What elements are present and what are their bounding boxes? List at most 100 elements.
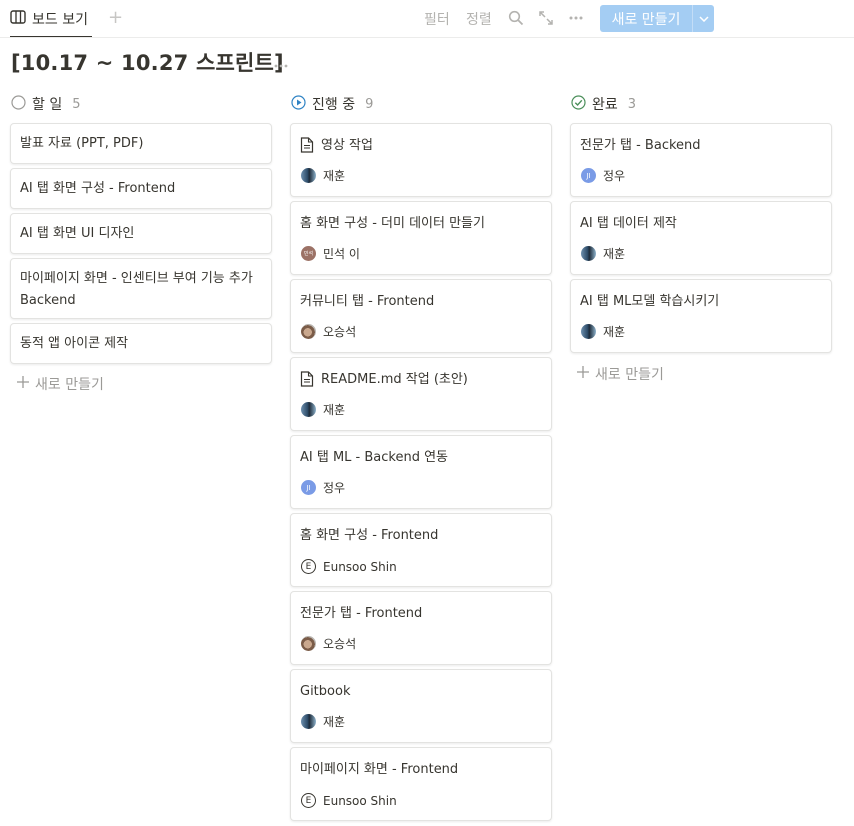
more-options-icon[interactable] xyxy=(568,10,584,26)
column-header[interactable]: 진행 중 9 xyxy=(290,93,552,115)
person-name: 민석 이 xyxy=(323,247,360,261)
page-title[interactable]: [10.17 ~ 10.27 스프린트] xyxy=(11,47,284,77)
card-person: 재훈 xyxy=(301,401,345,418)
column-header[interactable]: 완료 3 xyxy=(570,93,832,115)
card-title: Gitbook xyxy=(300,684,351,699)
chevron-down-icon[interactable] xyxy=(693,15,714,22)
board-card[interactable]: AI 탭 데이터 제작 재훈 xyxy=(570,201,832,275)
card-person: E Eunsoo Shin xyxy=(301,559,397,574)
todo-status-icon xyxy=(11,94,26,114)
board-card[interactable]: 전문가 탭 - Backend JI 정우 xyxy=(570,123,832,197)
card-person: 재훈 xyxy=(301,713,345,730)
plus-icon xyxy=(17,376,29,392)
person-name: 정우 xyxy=(603,169,626,183)
person-name: 오승석 xyxy=(323,325,357,339)
board-card[interactable]: 동적 앱 아이콘 제작 xyxy=(10,323,272,364)
card-title: 영상 작업 xyxy=(321,138,373,153)
card-title: AI 탭 ML - Backend 연동 xyxy=(300,450,449,465)
board-column-todo: 할 일 5 발표 자료 (PPT, PDF) AI 탭 화면 구성 - Fron… xyxy=(10,93,272,393)
top-toolbar: 보드 보기 + 필터 정렬 새로 만들기 xyxy=(0,0,854,38)
column-name: 완료 xyxy=(592,97,618,113)
toolbar-divider xyxy=(0,37,854,38)
card-person: JI 정우 xyxy=(301,479,345,496)
avatar: JI xyxy=(301,480,316,495)
board-card[interactable]: 커뮤니티 탭 - Frontend 오승석 xyxy=(290,279,552,353)
person-name: 재훈 xyxy=(323,169,346,183)
view-tab-label: 보드 보기 xyxy=(32,11,88,28)
avatar xyxy=(301,714,316,729)
card-person: E Eunsoo Shin xyxy=(301,793,397,808)
column-name: 진행 중 xyxy=(312,97,356,113)
board-column-in-progress: 진행 중 9 영상 작업 재훈 홈 화면 구성 - 더미 데이터 만들기 민석 … xyxy=(290,93,552,821)
column-count: 3 xyxy=(627,96,637,112)
board-card[interactable]: README.md 작업 (초안) 재훈 xyxy=(290,357,552,431)
done-status-icon xyxy=(571,94,586,114)
person-name: 재훈 xyxy=(603,247,626,261)
avatar: E xyxy=(301,793,316,808)
new-card-button[interactable]: 새로 만들기 xyxy=(17,374,104,394)
board-card[interactable]: 발표 자료 (PPT, PDF) xyxy=(10,123,272,164)
card-title: 마이페이지 화면 - 인센티브 부여 기능 추가 Backend xyxy=(20,271,253,308)
card-title: AI 탭 화면 UI 디자인 xyxy=(20,226,135,241)
filter-button[interactable]: 필터 xyxy=(424,9,450,29)
board-card[interactable]: 마이페이지 화면 - Frontend E Eunsoo Shin xyxy=(290,747,552,821)
avatar xyxy=(581,246,596,261)
card-title: 커뮤니티 탭 - Frontend xyxy=(300,294,435,309)
card-person: 오승석 xyxy=(301,635,356,652)
card-title: AI 탭 ML모델 학습시키기 xyxy=(580,294,720,309)
board-view-tab[interactable]: 보드 보기 xyxy=(10,0,92,38)
card-title: 홈 화면 구성 - 더미 데이터 만들기 xyxy=(300,216,485,231)
add-view-icon[interactable]: + xyxy=(108,8,123,28)
board-card[interactable]: 전문가 탭 - Frontend 오승석 xyxy=(290,591,552,665)
person-name: Eunsoo Shin xyxy=(323,793,397,808)
search-icon[interactable] xyxy=(508,10,524,26)
column-count: 9 xyxy=(365,96,374,112)
title-more-icon[interactable] xyxy=(273,54,289,73)
person-name: 재훈 xyxy=(323,715,346,729)
avatar xyxy=(301,402,316,417)
new-button-label: 새로 만들기 xyxy=(611,11,681,28)
card-person: 재훈 xyxy=(581,323,625,340)
avatar xyxy=(301,168,316,183)
board-card[interactable]: 영상 작업 재훈 xyxy=(290,123,552,197)
board-card[interactable]: 마이페이지 화면 - 인센티브 부여 기능 추가 Backend xyxy=(10,258,272,319)
person-name: 재훈 xyxy=(603,325,626,339)
card-title: 동적 앱 아이콘 제작 xyxy=(20,336,129,351)
person-name: 재훈 xyxy=(323,403,346,417)
new-card-button[interactable]: 새로 만들기 xyxy=(577,364,664,384)
board-view-icon xyxy=(10,9,26,28)
card-title: 전문가 탭 - Frontend xyxy=(300,606,423,621)
board-card[interactable]: AI 탭 화면 구성 - Frontend xyxy=(10,168,272,209)
sort-button[interactable]: 정렬 xyxy=(466,9,492,29)
expand-icon[interactable] xyxy=(538,10,554,26)
new-card-label: 새로 만들기 xyxy=(595,367,664,383)
card-title: 마이페이지 화면 - Frontend xyxy=(300,762,459,777)
board-card[interactable]: AI 탭 화면 UI 디자인 xyxy=(10,213,272,254)
column-header[interactable]: 할 일 5 xyxy=(10,93,272,115)
new-card-label: 새로 만들기 xyxy=(35,377,104,393)
board-card[interactable]: 홈 화면 구성 - 더미 데이터 만들기 민석 민석 이 xyxy=(290,201,552,275)
column-name: 할 일 xyxy=(32,97,63,113)
board-card[interactable]: AI 탭 ML모델 학습시키기 재훈 xyxy=(570,279,832,353)
avatar xyxy=(301,324,316,339)
document-icon xyxy=(300,137,314,161)
person-name: 정우 xyxy=(323,481,346,495)
board-card[interactable]: 홈 화면 구성 - Frontend E Eunsoo Shin xyxy=(290,513,552,587)
card-person: 재훈 xyxy=(301,167,345,184)
board-card[interactable]: Gitbook 재훈 xyxy=(290,669,552,743)
card-person: 민석 민석 이 xyxy=(301,245,360,262)
board-column-done: 완료 3 전문가 탭 - Backend JI 정우 AI 탭 데이터 제작 재… xyxy=(570,93,832,383)
avatar: JI xyxy=(581,168,596,183)
avatar: E xyxy=(301,559,316,574)
card-title: 전문가 탭 - Backend xyxy=(580,138,701,153)
card-person: JI 정우 xyxy=(581,167,625,184)
card-title: AI 탭 데이터 제작 xyxy=(580,216,677,231)
person-name: 오승석 xyxy=(323,637,357,651)
card-person: 오승석 xyxy=(301,323,356,340)
new-button[interactable]: 새로 만들기 xyxy=(600,5,714,32)
plus-icon xyxy=(577,366,589,382)
board-card[interactable]: AI 탭 ML - Backend 연동 JI 정우 xyxy=(290,435,552,509)
avatar xyxy=(581,324,596,339)
in-progress-status-icon xyxy=(291,94,306,114)
card-title: 발표 자료 (PPT, PDF) xyxy=(20,136,144,151)
